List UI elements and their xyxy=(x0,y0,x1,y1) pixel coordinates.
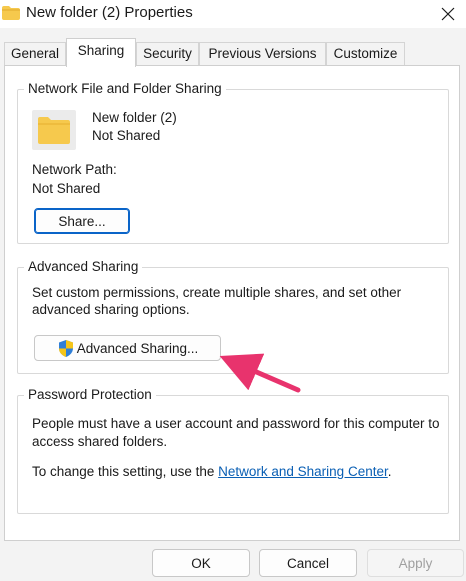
cancel-button[interactable]: Cancel xyxy=(259,549,357,577)
tab-customize[interactable]: Customize xyxy=(326,42,405,66)
sharing-panel: Network File and Folder Sharing New fold… xyxy=(4,65,460,541)
tab-sharing[interactable]: Sharing xyxy=(66,38,136,67)
password-protection-group: Password Protection People must have a u… xyxy=(17,386,449,514)
folder-thumbnail xyxy=(32,110,76,150)
network-sharing-center-link[interactable]: Network and Sharing Center xyxy=(218,464,388,479)
change-setting-text: To change this setting, use the Network … xyxy=(32,464,391,479)
password-protection-line-1: People must have a user account and pass… xyxy=(32,416,440,431)
close-button[interactable] xyxy=(430,0,466,28)
network-sharing-title: Network File and Folder Sharing xyxy=(24,80,226,98)
network-path-value: Not Shared xyxy=(32,181,101,196)
window-title: New folder (2) Properties xyxy=(26,4,193,21)
folder-name: New folder (2) xyxy=(92,110,177,125)
share-button[interactable]: Share... xyxy=(34,208,130,234)
uac-shield-icon xyxy=(58,339,73,357)
apply-button[interactable]: Apply xyxy=(367,549,464,577)
folder-icon xyxy=(38,117,70,144)
tab-previous-versions[interactable]: Previous Versions xyxy=(199,42,326,66)
advanced-sharing-description-1: Set custom permissions, create multiple … xyxy=(32,285,402,300)
advanced-sharing-button[interactable]: Advanced Sharing... xyxy=(34,335,221,361)
tab-strip: General Sharing Security Previous Versio… xyxy=(0,28,466,67)
password-protection-title: Password Protection xyxy=(24,386,156,404)
password-protection-line-2: access shared folders. xyxy=(32,434,168,449)
network-path-label: Network Path: xyxy=(32,162,117,177)
ok-button[interactable]: OK xyxy=(152,549,250,577)
change-setting-suffix: . xyxy=(387,464,392,479)
advanced-sharing-button-label: Advanced Sharing... xyxy=(76,340,199,356)
advanced-sharing-title: Advanced Sharing xyxy=(24,258,143,276)
tab-general[interactable]: General xyxy=(4,42,66,66)
tab-security[interactable]: Security xyxy=(136,42,199,66)
network-sharing-group: Network File and Folder Sharing New fold… xyxy=(17,80,449,244)
close-icon xyxy=(441,7,455,21)
dialog-footer: OK Cancel Apply xyxy=(0,541,466,581)
share-status: Not Shared xyxy=(92,128,161,143)
change-setting-prefix: To change this setting, use the xyxy=(32,464,219,479)
folder-icon xyxy=(2,6,20,20)
title-bar: New folder (2) Properties xyxy=(0,0,466,28)
advanced-sharing-group: Advanced Sharing Set custom permissions,… xyxy=(17,258,449,374)
advanced-sharing-description-2: advanced sharing options. xyxy=(32,302,190,317)
